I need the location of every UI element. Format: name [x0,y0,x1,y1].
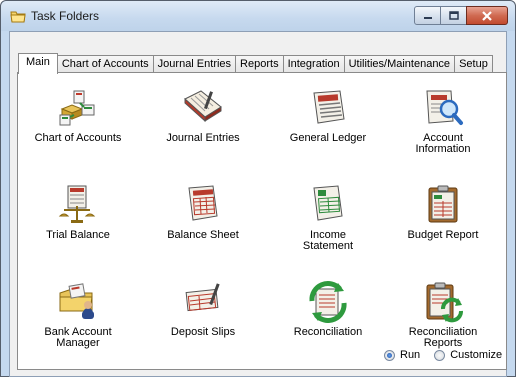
budget-report-icon [428,185,458,223]
tab-reports[interactable]: Reports [235,55,284,73]
task-label: Reconciliation Reports [408,326,478,349]
task-label: Bank Account Manager [44,326,112,349]
bank-account-manager-icon [59,283,94,319]
general-ledger-icon [313,90,345,124]
task-label: Deposit Slips [170,326,236,338]
task-label: Reconciliation [293,326,363,338]
task-reconciliation[interactable]: Reconciliation [268,279,388,338]
task-journal-entries[interactable]: Journal Entries [143,85,263,144]
task-income-statement[interactable]: Income Statement [268,182,388,252]
task-general-ledger[interactable]: General Ledger [268,85,388,144]
task-label: General Ledger [289,132,367,144]
task-budget-report[interactable]: Budget Report [383,182,503,241]
task-deposit-slips[interactable]: Deposit Slips [143,279,263,338]
task-balance-sheet[interactable]: Balance Sheet [143,182,263,241]
minimize-icon [423,16,432,19]
task-label: Account Information [415,132,471,155]
close-button[interactable] [466,6,508,25]
mode-selector: Run Customize [384,349,516,361]
folder-icon [10,11,26,23]
task-folders-window: Task Folders Main Chart of Accounts Jour… [0,0,516,377]
task-label: Income Statement [302,229,354,252]
tab-utilities-maintenance[interactable]: Utilities/Maintenance [343,55,456,73]
customize-radio[interactable]: Customize [434,349,502,361]
tab-integration[interactable]: Integration [282,55,345,73]
task-label: Journal Entries [166,132,240,144]
task-bank-account-manager[interactable]: Bank Account Manager [18,279,138,349]
task-chart-of-accounts[interactable]: Chart of Accounts [18,85,138,144]
title-bar[interactable]: Task Folders [1,1,515,31]
window-controls [414,6,508,25]
tab-setup[interactable]: Setup [454,55,493,73]
account-information-icon [426,90,463,125]
task-label: Balance Sheet [167,229,239,241]
tab-journal-entries[interactable]: Journal Entries [152,55,237,73]
task-trial-balance[interactable]: Trial Balance [18,182,138,241]
task-label: Trial Balance [46,229,110,241]
deposit-slips-icon [185,283,220,312]
task-label: Budget Report [407,229,479,241]
run-radio-button[interactable] [384,349,395,361]
tab-main[interactable]: Main [18,53,58,74]
minimize-button[interactable] [414,6,441,25]
window-title: Task Folders [31,9,100,23]
reconciliation-icon [309,281,347,323]
reconciliation-reports-icon [426,282,463,323]
customize-radio-button[interactable] [434,349,446,361]
balance-sheet-icon [188,185,218,221]
main-tab-panel: Chart of Accounts Journal Entries Genera… [17,72,507,370]
close-icon [482,10,492,21]
chart-of-accounts-icon [59,90,95,126]
income-statement-icon [313,185,343,221]
customize-radio-label: Customize [450,349,503,361]
task-reconciliation-reports[interactable]: Reconciliation Reports [383,279,503,349]
run-radio[interactable]: Run [384,349,420,361]
task-account-information[interactable]: Account Information [383,85,503,155]
maximize-button[interactable] [440,6,467,25]
maximize-icon [448,11,459,20]
tab-strip: Main Chart of Accounts Journal Entries R… [18,53,493,74]
journal-entries-icon [184,90,222,123]
trial-balance-icon [58,185,96,223]
task-label: Chart of Accounts [34,132,122,144]
tab-chart-of-accounts[interactable]: Chart of Accounts [56,55,154,73]
run-radio-label: Run [400,349,421,361]
